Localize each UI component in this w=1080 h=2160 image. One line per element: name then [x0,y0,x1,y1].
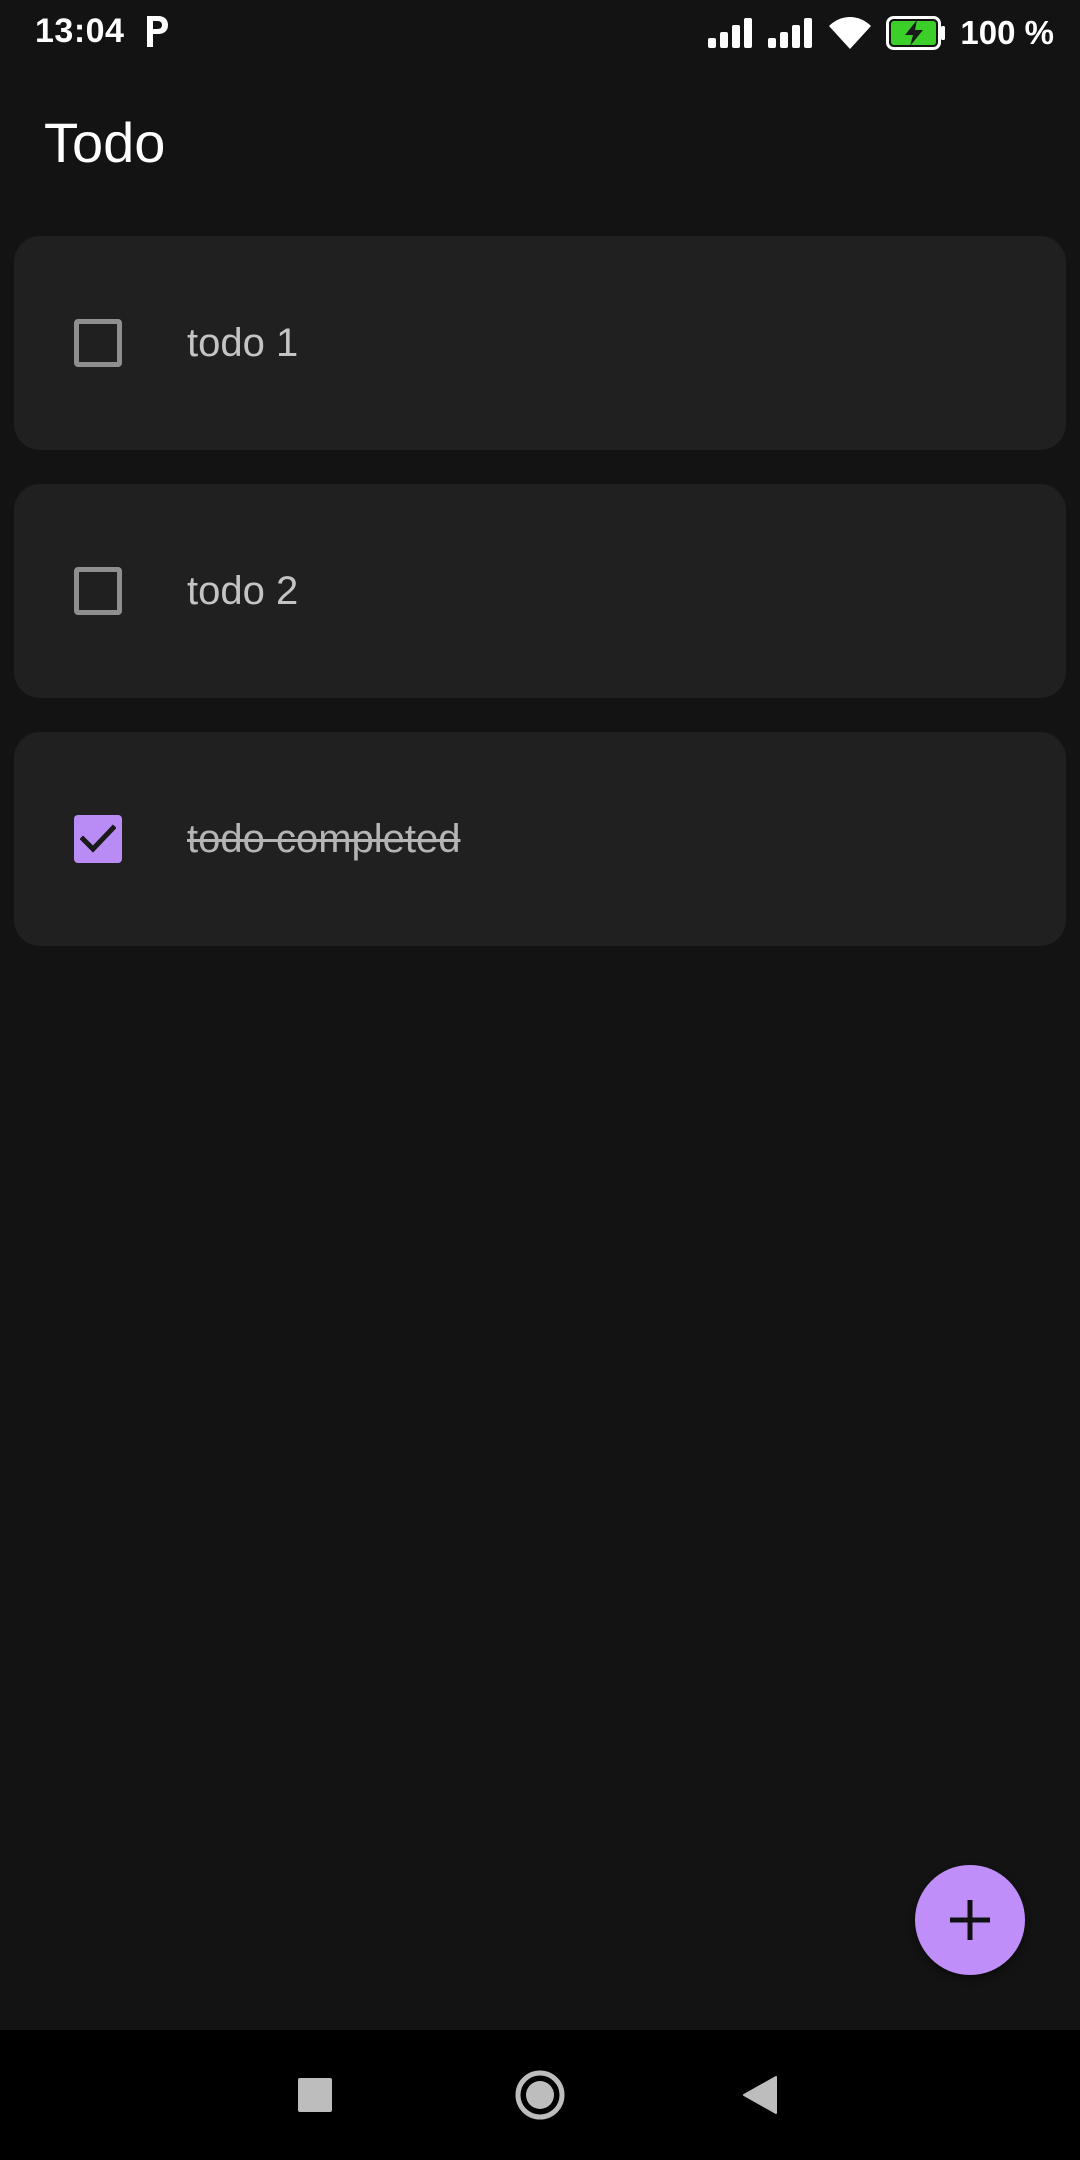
todo-checkbox[interactable] [74,567,122,615]
todo-item[interactable]: todo 2 [14,484,1066,698]
add-todo-button[interactable] [915,1865,1025,1975]
home-circle-icon [515,2070,565,2120]
plus-icon [950,1900,990,1940]
todo-label-completed: todo completed [187,817,461,861]
todo-label: todo 2 [187,569,299,613]
signal-icon [708,18,753,48]
signal-icon [768,18,813,48]
recents-square-icon [298,2078,332,2112]
todo-item-completed[interactable]: todo completed [14,732,1066,946]
todo-list: todo 1 todo 2 todo completed [14,236,1066,980]
wifi-icon [829,17,872,49]
page-title: Todo [44,111,166,174]
parking-icon [147,16,168,47]
todo-screen: 13:04 100 % Todo todo 1 todo 2 todo comp… [0,0,1080,2160]
back-triangle-icon [743,2076,777,2114]
battery-charging-icon [886,16,946,50]
todo-item[interactable]: todo 1 [14,236,1066,450]
status-bar: 13:04 100 % [0,0,1080,66]
todo-checkbox[interactable] [74,319,122,367]
navigation-bar [0,2030,1080,2160]
back-button[interactable] [715,2030,805,2160]
recents-button[interactable] [270,2030,360,2160]
home-button[interactable] [495,2030,585,2160]
battery-percentage: 100 % [960,14,1054,51]
checkmark-icon [80,824,116,853]
status-time: 13:04 [35,12,125,50]
todo-checkbox-checked[interactable] [74,815,122,863]
todo-label: todo 1 [187,321,299,365]
status-icons: 100 % [708,10,1054,56]
